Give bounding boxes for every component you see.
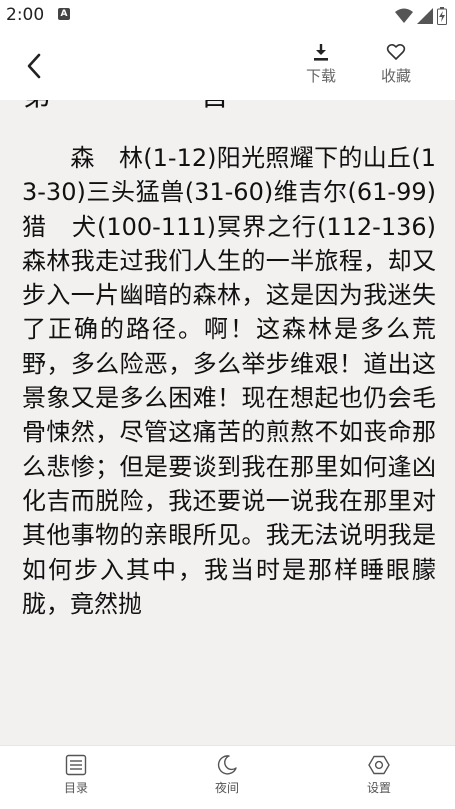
notification-a-icon: A bbox=[58, 8, 70, 20]
signal-icon bbox=[417, 8, 433, 24]
toc-label: 目录 bbox=[63, 781, 88, 795]
chapter-text-lead: 森 林(1-12)阳光照耀下的 bbox=[70, 144, 363, 172]
download-icon bbox=[314, 44, 328, 61]
wifi-icon bbox=[395, 8, 413, 23]
moon-icon bbox=[217, 755, 237, 775]
toc-button[interactable]: 目录 bbox=[36, 754, 116, 806]
chapter-heading: 第 一 首 bbox=[23, 100, 255, 114]
settings-label: 设置 bbox=[366, 781, 391, 795]
battery-icon bbox=[437, 7, 447, 25]
reading-area[interactable]: 第 一 首 森 林(1-12)阳光照耀下的山丘(13-30)三头猛兽(31-60… bbox=[0, 100, 455, 745]
bottom-nav: 目录 夜间 设置 bbox=[0, 745, 455, 809]
reader-toolbar: 下载 收藏 bbox=[0, 32, 455, 100]
status-time: 2:00 bbox=[6, 5, 45, 25]
heart-icon bbox=[386, 43, 406, 60]
night-mode-button[interactable]: 夜间 bbox=[187, 754, 267, 806]
chapter-text-body: 山丘(13-30)三头猛兽(31-60)维吉尔(61-99)猎 犬(100-11… bbox=[22, 144, 436, 618]
status-icons bbox=[395, 7, 447, 25]
download-label: 下载 bbox=[305, 67, 336, 85]
download-button[interactable]: 下载 bbox=[293, 42, 349, 92]
status-bar: 2:00 A bbox=[0, 0, 455, 32]
night-label: 夜间 bbox=[214, 781, 239, 795]
settings-icon bbox=[368, 755, 390, 775]
chevron-left-icon bbox=[27, 53, 41, 79]
list-icon bbox=[65, 754, 87, 776]
chapter-text: 森 林(1-12)阳光照耀下的山丘(13-30)三头猛兽(31-60)维吉尔(6… bbox=[22, 141, 436, 621]
back-button[interactable] bbox=[16, 48, 52, 84]
favorite-label: 收藏 bbox=[380, 67, 411, 85]
favorite-button[interactable]: 收藏 bbox=[368, 42, 424, 92]
settings-button[interactable]: 设置 bbox=[339, 754, 419, 806]
